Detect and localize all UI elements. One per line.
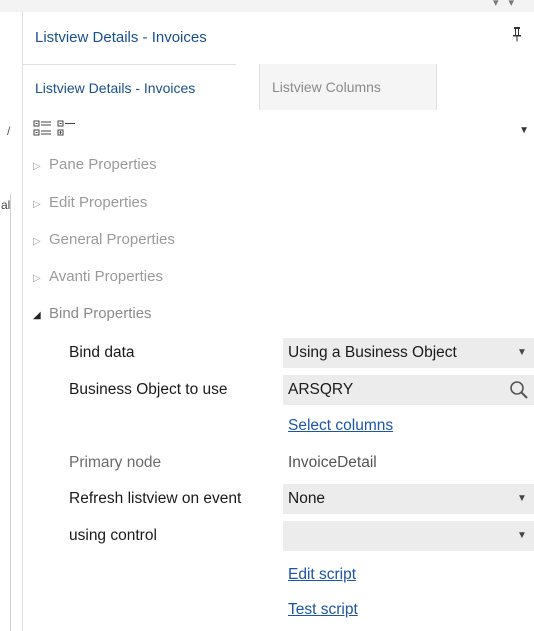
refresh-event-select[interactable]: None — [283, 484, 534, 514]
category-general-properties[interactable]: ▷ General Properties — [33, 228, 175, 252]
chevron-down-icon[interactable]: ▼ — [517, 338, 527, 368]
property-row-using-control: using control ▼ — [23, 521, 534, 551]
properties-panel: Listview Details - Invoices Listview Det… — [22, 12, 534, 631]
business-object-field[interactable]: ARSQRY — [283, 375, 534, 405]
property-label: Bind data — [69, 344, 135, 361]
collapse-triangle-icon: ◢ — [33, 310, 41, 321]
select-columns-link[interactable]: Select columns — [288, 417, 393, 434]
select-columns-cell: Select columns — [283, 411, 529, 441]
test-script-link[interactable]: Test script — [288, 601, 358, 618]
using-control-select[interactable] — [283, 521, 534, 551]
category-edit-properties[interactable]: ▷ Edit Properties — [33, 191, 147, 215]
chevron-down-icon[interactable]: ▼ — [517, 484, 527, 514]
property-row-edit-script: Edit script — [23, 560, 534, 590]
category-label: General Properties — [49, 231, 175, 248]
dropdown-caret-icon[interactable]: ▼ — [519, 125, 529, 136]
edge-fragment: / — [7, 124, 11, 138]
category-avanti-properties[interactable]: ▷ Avanti Properties — [33, 265, 163, 289]
edge-divider — [10, 194, 11, 631]
edit-script-link[interactable]: Edit script — [288, 566, 356, 583]
alphabetical-view-icon[interactable] — [57, 119, 77, 139]
search-icon[interactable] — [509, 380, 529, 400]
tab-strip: Listview Details - Invoices Listview Col… — [23, 64, 534, 111]
test-script-cell: Test script — [283, 595, 529, 625]
property-row-refresh: Refresh listview on event None ▼ — [23, 484, 534, 514]
category-bind-properties[interactable]: ◢ Bind Properties — [33, 302, 152, 326]
property-row-select-columns: Select columns — [23, 411, 534, 441]
pin-icon[interactable] — [511, 26, 523, 47]
categorized-view-icon[interactable] — [33, 119, 53, 139]
tab-listview-details[interactable]: Listview Details - Invoices — [23, 64, 236, 110]
category-pane-properties[interactable]: ▷ Pane Properties — [33, 153, 157, 177]
tab-listview-columns[interactable]: Listview Columns — [259, 64, 437, 110]
expand-triangle-icon: ▷ — [33, 161, 41, 172]
property-row-primary-node: Primary node InvoiceDetail — [23, 448, 534, 478]
property-label: Business Object to use — [69, 381, 228, 398]
property-toolbar: ▼ — [23, 117, 534, 145]
expand-triangle-icon: ▷ — [33, 273, 41, 284]
category-label: Pane Properties — [49, 156, 157, 173]
property-label: Refresh listview on event — [69, 490, 242, 507]
property-row-business-object: Business Object to use ARSQRY — [23, 375, 534, 405]
property-label: Primary node — [69, 454, 162, 471]
category-label: Bind Properties — [49, 305, 152, 322]
category-label: Edit Properties — [49, 194, 148, 211]
window-controls: ▾▾ — [492, 0, 524, 9]
expand-triangle-icon: ▷ — [33, 199, 41, 210]
property-label: using control — [69, 527, 157, 544]
top-strip: ▾▾ — [0, 0, 534, 12]
category-label: Avanti Properties — [49, 268, 163, 285]
property-row-test-script: Test script — [23, 595, 534, 625]
expand-triangle-icon: ▷ — [33, 236, 41, 247]
left-edge-content: / al — [0, 12, 22, 631]
edge-fragment: al — [1, 198, 11, 212]
primary-node-value: InvoiceDetail — [288, 454, 377, 471]
panel-title: Listview Details - Invoices — [35, 29, 207, 46]
property-row-bind-data: Bind data Using a Business Object ▼ — [23, 338, 534, 368]
edit-script-cell: Edit script — [283, 560, 529, 590]
chevron-down-icon[interactable]: ▼ — [517, 521, 527, 551]
bind-data-select[interactable]: Using a Business Object — [283, 338, 534, 368]
